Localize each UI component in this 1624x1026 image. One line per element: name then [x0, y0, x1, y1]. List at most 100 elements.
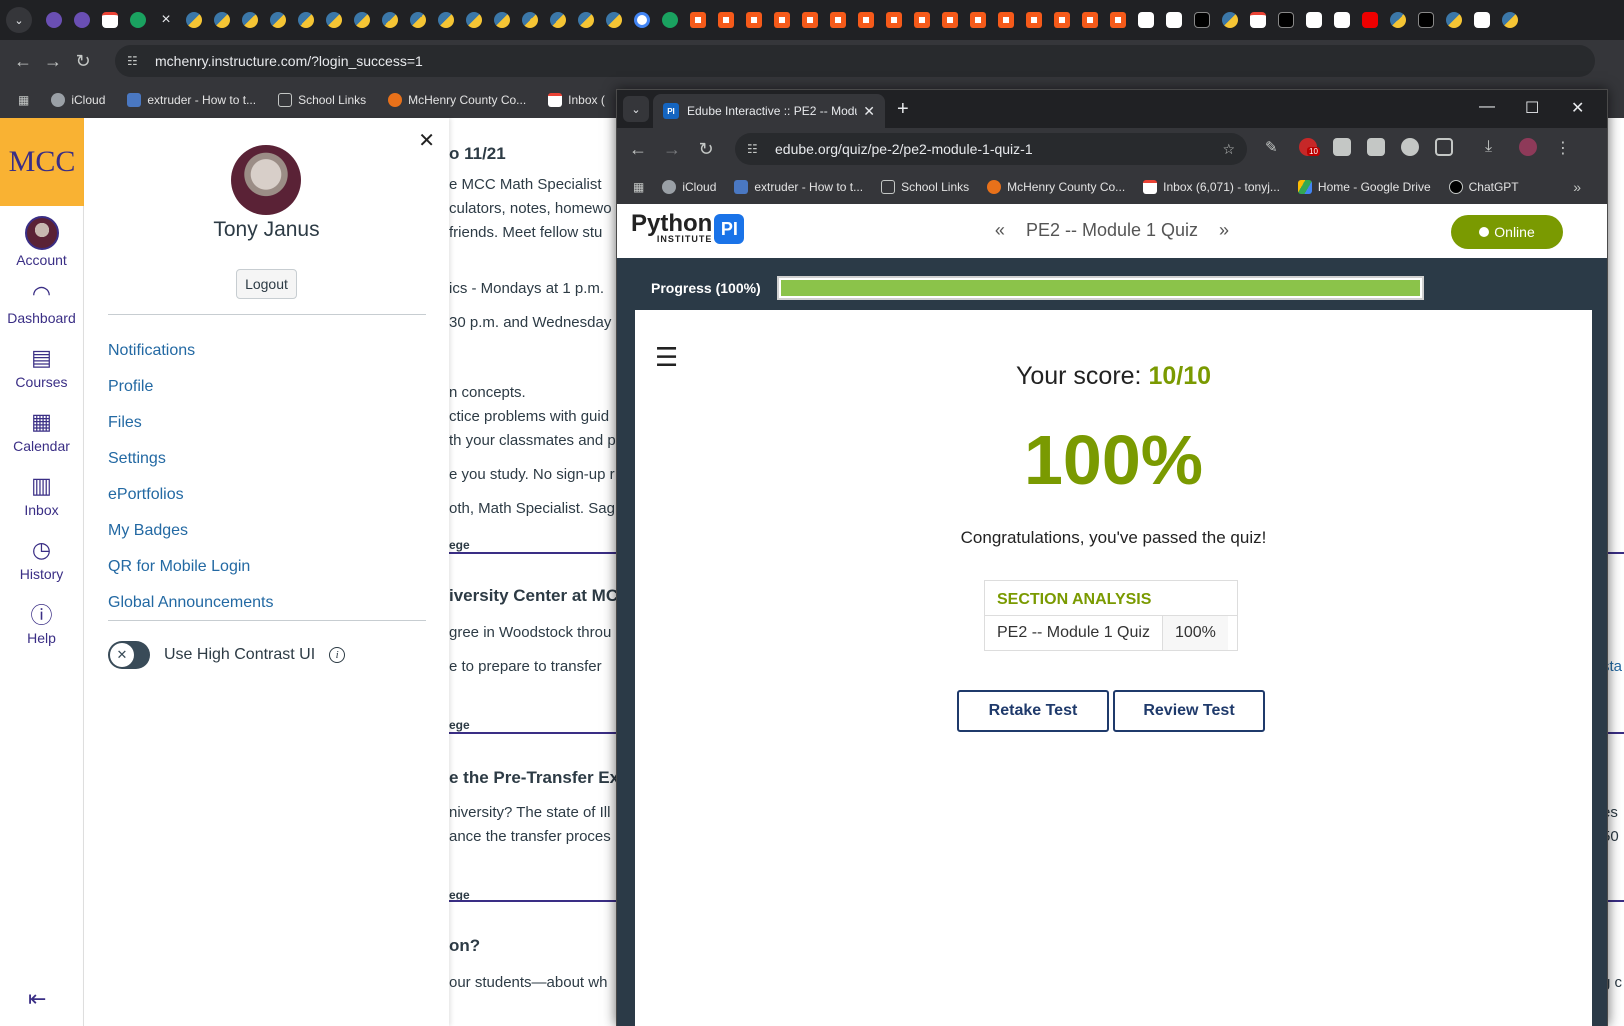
extension-icon[interactable]: [1333, 138, 1351, 156]
more-bookmarks-icon[interactable]: »: [1573, 179, 1581, 195]
tab[interactable]: [656, 0, 684, 40]
tab[interactable]: [992, 0, 1020, 40]
tab[interactable]: [600, 0, 628, 40]
tab[interactable]: [348, 0, 376, 40]
tab[interactable]: [96, 0, 124, 40]
tab[interactable]: [180, 0, 208, 40]
maximize-icon[interactable]: ☐: [1525, 98, 1539, 118]
tab[interactable]: [320, 0, 348, 40]
tab[interactable]: [1440, 0, 1468, 40]
link-settings[interactable]: Settings: [108, 441, 273, 477]
tab[interactable]: [796, 0, 824, 40]
tab[interactable]: [1244, 0, 1272, 40]
back-url-field[interactable]: ☷ mchenry.instructure.com/?login_success…: [115, 45, 1595, 77]
tab[interactable]: [572, 0, 600, 40]
extension-icon[interactable]: 10: [1299, 138, 1320, 156]
bookmark[interactable]: Inbox (: [548, 93, 605, 107]
tab[interactable]: [880, 0, 908, 40]
tab[interactable]: [768, 0, 796, 40]
new-tab-icon[interactable]: +: [897, 98, 909, 121]
tab[interactable]: [1048, 0, 1076, 40]
link-notifications[interactable]: Notifications: [108, 333, 273, 369]
tab[interactable]: [516, 0, 544, 40]
tab[interactable]: [1132, 0, 1160, 40]
close-window-icon[interactable]: ✕: [1571, 98, 1584, 118]
bookmark-star-icon[interactable]: ☆: [1222, 141, 1235, 158]
tab[interactable]: [264, 0, 292, 40]
tab[interactable]: [964, 0, 992, 40]
nav-calendar[interactable]: ▦ Calendar: [0, 408, 83, 462]
tab[interactable]: [1216, 0, 1244, 40]
logout-button[interactable]: Logout: [236, 269, 297, 299]
tab[interactable]: [908, 0, 936, 40]
bookmark[interactable]: McHenry County Co...: [388, 93, 526, 107]
tab[interactable]: [404, 0, 432, 40]
extension-icon[interactable]: [1401, 138, 1419, 156]
link-my-badges[interactable]: My Badges: [108, 513, 273, 549]
profile-icon[interactable]: [1519, 138, 1537, 156]
tab[interactable]: [936, 0, 964, 40]
tab-search-button[interactable]: ⌄: [6, 7, 32, 33]
download-icon[interactable]: ⤓: [1485, 138, 1503, 156]
tab[interactable]: [1076, 0, 1104, 40]
tab[interactable]: [1104, 0, 1132, 40]
tab[interactable]: [1468, 0, 1496, 40]
back-arrow-icon[interactable]: ←: [8, 46, 38, 76]
link-global-announcements[interactable]: Global Announcements: [108, 585, 273, 621]
tab[interactable]: [1384, 0, 1412, 40]
bookmark[interactable]: Home - Google Drive: [1297, 180, 1431, 194]
extensions-puzzle-icon[interactable]: [1435, 138, 1453, 156]
collapse-nav-icon[interactable]: ⇤: [28, 986, 46, 1012]
tab[interactable]: [740, 0, 768, 40]
site-info-icon[interactable]: ☷: [747, 142, 765, 156]
forward-arrow-icon[interactable]: →: [38, 46, 68, 76]
tab[interactable]: [1020, 0, 1048, 40]
minimize-icon[interactable]: —: [1479, 98, 1495, 116]
link-qr-mobile-login[interactable]: QR for Mobile Login: [108, 549, 273, 585]
tab[interactable]: [68, 0, 96, 40]
retake-test-button[interactable]: Retake Test: [957, 690, 1109, 732]
tab[interactable]: [712, 0, 740, 40]
review-test-button[interactable]: Review Test: [1113, 690, 1265, 732]
close-tab-icon[interactable]: ×: [152, 0, 180, 40]
nav-dashboard[interactable]: ◠ Dashboard: [0, 280, 83, 334]
tab[interactable]: [1412, 0, 1440, 40]
extension-icon[interactable]: [1367, 138, 1385, 156]
info-icon[interactable]: i: [329, 647, 346, 663]
tab[interactable]: [40, 0, 68, 40]
tab[interactable]: [1160, 0, 1188, 40]
link-eportfolios[interactable]: ePortfolios: [108, 477, 273, 513]
site-info-icon[interactable]: ☷: [127, 54, 145, 68]
link-files[interactable]: Files: [108, 405, 273, 441]
reload-icon[interactable]: ↻: [691, 134, 721, 164]
active-tab[interactable]: PI Edube Interactive :: PE2 -- Modu ✕: [653, 94, 885, 128]
tab[interactable]: [1328, 0, 1356, 40]
tab[interactable]: [544, 0, 572, 40]
bookmark[interactable]: Inbox (6,071) - tonyj...: [1143, 180, 1280, 194]
close-tray-icon[interactable]: ✕: [418, 128, 435, 153]
nav-account[interactable]: Account: [0, 216, 83, 270]
bookmark[interactable]: iCloud: [51, 93, 105, 107]
tab[interactable]: [824, 0, 852, 40]
nav-inbox[interactable]: ▥ Inbox: [0, 472, 83, 526]
next-quiz-icon[interactable]: »: [1219, 220, 1229, 240]
prev-quiz-icon[interactable]: «: [995, 220, 1005, 240]
link-profile[interactable]: Profile: [108, 369, 273, 405]
more-menu-icon[interactable]: ⋮: [1555, 138, 1573, 157]
tab[interactable]: [1300, 0, 1328, 40]
tab[interactable]: [376, 0, 404, 40]
tab[interactable]: [1188, 0, 1216, 40]
tab[interactable]: [432, 0, 460, 40]
tab[interactable]: [1496, 0, 1524, 40]
tab[interactable]: [628, 0, 656, 40]
close-tab-icon[interactable]: ✕: [863, 103, 875, 120]
bookmark[interactable]: School Links: [278, 93, 366, 107]
bookmark[interactable]: McHenry County Co...: [987, 180, 1125, 194]
front-url-field[interactable]: ☷ edube.org/quiz/pe-2/pe2-module-1-quiz-…: [735, 133, 1247, 165]
bookmark[interactable]: School Links: [881, 180, 969, 194]
tab[interactable]: [1356, 0, 1384, 40]
bookmark[interactable]: iCloud: [662, 180, 716, 194]
tab[interactable]: [460, 0, 488, 40]
back-arrow-icon[interactable]: ←: [623, 134, 653, 164]
forward-arrow-icon[interactable]: →: [657, 134, 687, 164]
